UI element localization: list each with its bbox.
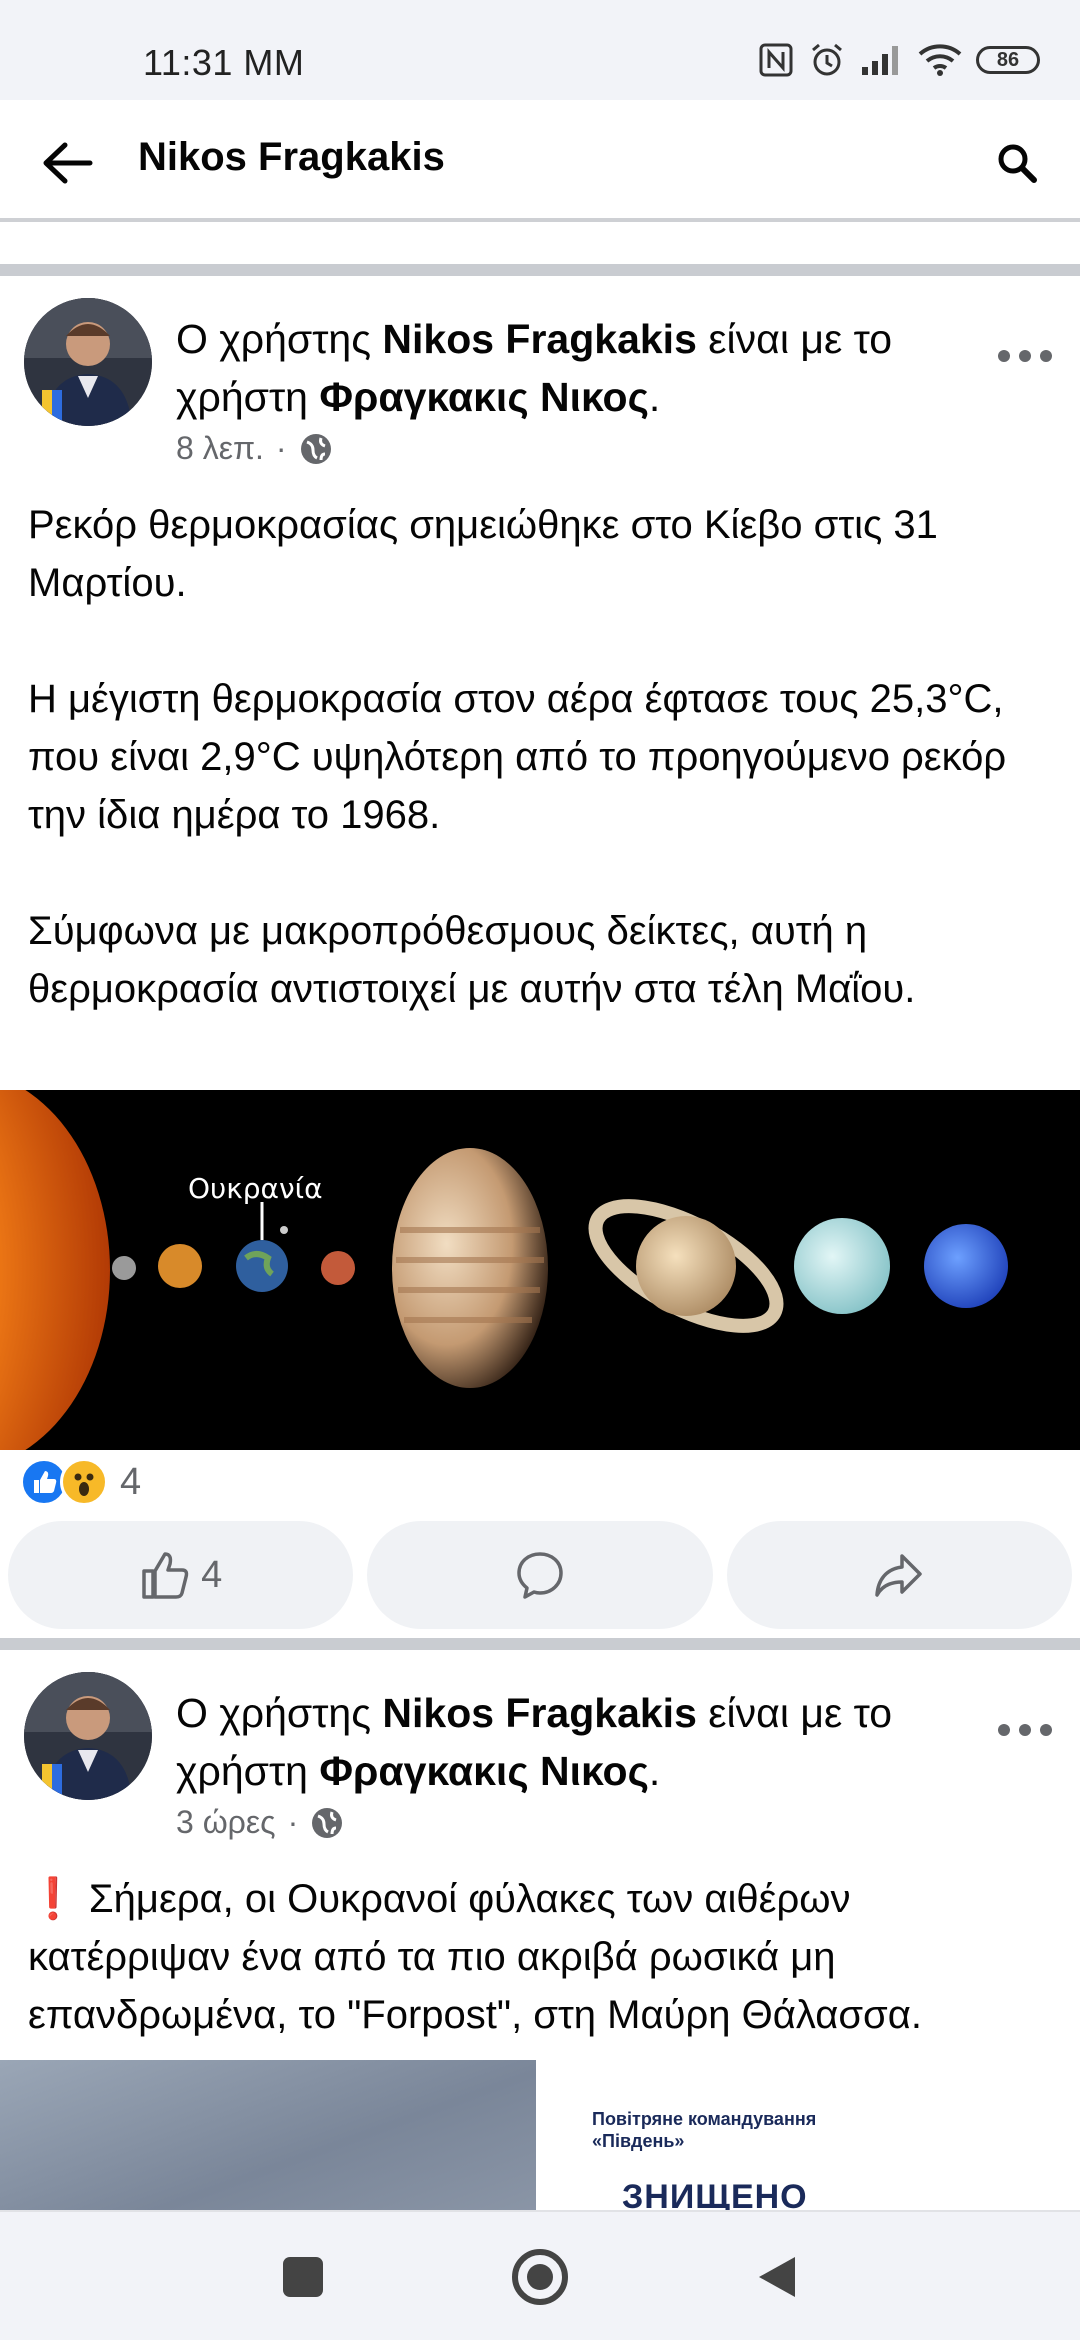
feed-divider	[0, 264, 1080, 276]
post-actions: 4	[8, 1521, 1072, 1629]
reaction-count: 4	[120, 1460, 142, 1503]
nfc-icon	[759, 43, 793, 77]
wow-reaction-icon	[60, 1458, 108, 1506]
like-count: 4	[201, 1553, 223, 1596]
image-photo	[0, 2060, 536, 2210]
signal-icon	[862, 46, 898, 75]
globe-icon	[300, 433, 331, 464]
post-meta: 8 λεπ. ·	[176, 430, 333, 467]
status-bar: 11:31 ΜΜ 86	[0, 0, 1080, 100]
alarm-icon	[812, 43, 842, 76]
author-name-link[interactable]: Nikos Fragkakis	[382, 1690, 697, 1736]
image-headline: ЗНИЩЕНО	[622, 2178, 808, 2210]
post-header-text: Ο χρήστης Nikos Fragkakis είναι με το χρ…	[176, 1684, 976, 1800]
meta-dot: ·	[287, 1804, 299, 1840]
post-header-prefix: Ο χρήστης	[176, 316, 383, 362]
avatar[interactable]	[24, 1672, 152, 1800]
post-card: Ο χρήστης Nikos Fragkakis είναι με το χρ…	[0, 276, 1080, 1642]
page-header: Nikos Fragkakis	[0, 100, 1080, 222]
like-icon	[34, 1471, 57, 1493]
image-caption: Повітряне командування «Південь»	[592, 2109, 817, 2151]
image-label: Ουκρανία	[188, 1172, 323, 1205]
post-header-suffix: .	[648, 1748, 661, 1794]
page-title: Nikos Fragkakis	[138, 135, 445, 179]
post-image[interactable]: Повітряне командування «Південь» ЗНИЩЕНО	[0, 2060, 1080, 2210]
comment-button[interactable]	[367, 1521, 713, 1629]
wow-icon	[74, 1473, 94, 1496]
comment-icon	[517, 1552, 563, 1599]
post-meta: 3 ώρες ·	[176, 1804, 344, 1841]
post-time[interactable]: 8 λεπ.	[176, 430, 264, 467]
post-options-button[interactable]	[992, 336, 1058, 376]
author-name-link[interactable]: Nikos Fragkakis	[382, 316, 697, 362]
share-icon	[875, 1554, 923, 1597]
post-header-prefix: Ο χρήστης	[176, 1690, 383, 1736]
back-nav-button[interactable]	[742, 2242, 812, 2312]
back-button[interactable]	[34, 130, 100, 196]
dot	[1040, 1724, 1052, 1736]
like-icon	[142, 1552, 189, 1599]
dot	[1040, 350, 1052, 362]
post-header-text: Ο χρήστης Nikos Fragkakis είναι με το χρ…	[176, 310, 976, 426]
recents-button[interactable]	[268, 2242, 338, 2312]
search-button[interactable]	[984, 130, 1050, 196]
avatar[interactable]	[24, 298, 152, 426]
post-card: Ο χρήστης Nikos Fragkakis είναι με το χρ…	[0, 1650, 1080, 2210]
dot	[1019, 1724, 1031, 1736]
home-circle-icon	[512, 2249, 568, 2305]
image-graphic: Повітряне командування «Південь» ЗНИЩЕНО	[536, 2060, 1080, 2210]
post-time[interactable]: 3 ώρες	[176, 1804, 276, 1841]
dot	[998, 1724, 1010, 1736]
post-image[interactable]: Ουκρανία	[0, 1090, 1080, 1450]
dot	[998, 350, 1010, 362]
reactions-summary[interactable]: 4	[20, 1458, 141, 1506]
home-button[interactable]	[505, 2242, 575, 2312]
search-icon	[998, 144, 1037, 183]
share-button[interactable]	[726, 1521, 1072, 1629]
triangle-back-icon	[759, 2257, 795, 2297]
arrow-left-icon	[43, 142, 93, 184]
wifi-icon	[918, 44, 962, 76]
tagged-user-link[interactable]: Φραγκακις Νικος	[319, 374, 649, 420]
post-body: Ρεκόρ θερμοκρασίας σημειώθηκε στο Κίεβο …	[28, 503, 1007, 1011]
post-header-suffix: .	[648, 374, 661, 420]
battery-indicator: 86	[976, 46, 1040, 74]
tagged-user-link[interactable]: Φραγκακις Νικος	[319, 1748, 649, 1794]
system-nav-bar	[0, 2210, 1080, 2340]
like-button[interactable]: 4	[8, 1521, 354, 1629]
feed-divider	[0, 1638, 1080, 1650]
post-options-button[interactable]	[992, 1710, 1058, 1750]
meta-dot: ·	[275, 430, 287, 466]
status-icons: 86	[758, 40, 1040, 80]
globe-icon	[312, 1807, 343, 1838]
post-body: ❗ Σήμερα, οι Ουκρανοί φύλακες των αιθέρω…	[28, 1877, 922, 2037]
status-time: 11:31 ΜΜ	[143, 42, 305, 83]
dot	[1019, 350, 1031, 362]
square-icon	[283, 2257, 323, 2297]
